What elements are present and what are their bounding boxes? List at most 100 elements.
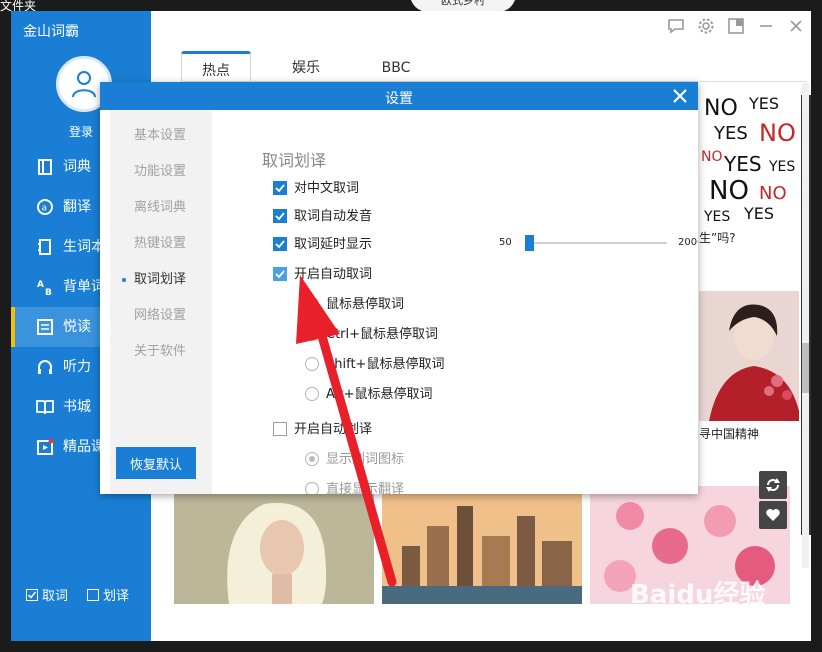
delay-slider-handle[interactable] [525, 235, 534, 251]
settings-nav-label: 网络设置 [134, 308, 187, 323]
settings-nav-features[interactable]: 功能设置 [110, 154, 212, 190]
settings-nav-hotkeys[interactable]: 热键设置 [110, 226, 212, 262]
svg-text:YES: YES [723, 152, 762, 176]
auto-sound-checkbox[interactable] [273, 209, 287, 223]
settings-nav-network[interactable]: 网络设置 [110, 298, 212, 334]
actress-photo [174, 486, 374, 604]
option-label: Ctrl+鼠标悬停取词 [326, 327, 439, 342]
headphones-icon [38, 360, 52, 374]
option-label: 对中文取词 [294, 181, 360, 196]
settings-nav-lookup-translate[interactable]: 取词划译 [110, 262, 212, 298]
option-label: 直接显示翻译 [326, 482, 405, 494]
svg-text:YES: YES [703, 209, 730, 225]
tab-entertainment[interactable]: 娱乐 [276, 51, 336, 79]
option-label: Shift+鼠标悬停取词 [326, 357, 445, 372]
option-label: 显示划词图标 [326, 452, 405, 467]
heart-icon [766, 509, 780, 521]
svg-text:NO: NO [759, 119, 796, 147]
alt-hover-lookup-radio[interactable] [305, 387, 319, 401]
dialog-close-icon[interactable] [670, 86, 690, 106]
settings-nav-offline-dict[interactable]: 离线词典 [110, 190, 212, 226]
memorize-icon: AB [37, 280, 52, 296]
svg-text:NO: NO [709, 176, 749, 206]
lookup-toggle[interactable]: 取词 [26, 585, 68, 604]
course-icon [37, 438, 54, 455]
sidebar-item-label: 悦读 [63, 319, 91, 335]
content-scrollbar[interactable] [802, 83, 809, 568]
ctrl-hover-lookup-radio[interactable] [305, 327, 319, 341]
check-icon [275, 240, 285, 249]
scrollbar-thumb[interactable] [802, 343, 809, 393]
svg-text:YES: YES [748, 94, 779, 113]
svg-text:NO: NO [701, 149, 723, 165]
svg-text:NO: NO [759, 183, 787, 204]
article-image-yes-no[interactable]: NO YES YES NO NO YES YES NO NO YES YES [699, 91, 799, 226]
settings-nav: 基本设置 功能设置 离线词典 热键设置 取词划译 网络设置 关于软件 恢复默认 [110, 110, 212, 494]
svg-text:a: a [42, 204, 48, 214]
translate-icon: a [37, 199, 53, 215]
direct-translate-radio[interactable] [305, 482, 319, 494]
mini-mode-icon[interactable] [727, 17, 745, 35]
article-image-actress[interactable] [174, 486, 374, 604]
sidebar-item-label: 背单词 [63, 279, 105, 295]
shift-hover-lookup-radio[interactable] [305, 357, 319, 371]
check-icon [275, 184, 285, 193]
article-title[interactable]: 生”吗? [699, 229, 736, 246]
translate-toggle[interactable]: 划译 [87, 585, 129, 604]
dictionary-icon [38, 159, 52, 175]
option-label: 开启自动划译 [294, 422, 373, 437]
delay-slider-min: 50 [499, 237, 512, 248]
svg-text:B: B [45, 288, 52, 296]
settings-nav-about[interactable]: 关于软件 [110, 334, 212, 370]
feedback-icon[interactable] [667, 17, 685, 35]
show-translate-icon-radio[interactable] [305, 452, 319, 466]
user-icon [72, 71, 96, 98]
article-image-portrait[interactable] [699, 291, 799, 421]
close-icon[interactable] [787, 17, 805, 35]
option-label: 取词延时显示 [294, 237, 373, 252]
auto-translate-checkbox[interactable] [273, 422, 287, 436]
tab-bbc[interactable]: BBC [366, 51, 426, 79]
dialog-title-bar: 设置 [100, 82, 698, 110]
sidebar-item-label: 听力 [63, 359, 91, 375]
tab-hot[interactable]: 热点 [181, 51, 251, 82]
translate-checkbox[interactable] [87, 589, 99, 601]
article-title[interactable]: 寻中国精神 [699, 425, 759, 442]
favorite-button[interactable] [759, 501, 787, 529]
svg-text:YES: YES [768, 159, 795, 175]
sidebar-item-label: 书城 [63, 399, 91, 415]
settings-dialog: 设置 基本设置 功能设置 离线词典 热键设置 取词划译 网络设置 关于软件 恢复… [100, 82, 698, 494]
delay-display-checkbox[interactable] [273, 237, 287, 251]
content-tabs: 热点 娱乐 BBC [181, 51, 801, 82]
delay-slider-track[interactable] [532, 242, 667, 244]
restore-defaults-button[interactable]: 恢复默认 [116, 447, 196, 479]
dialog-title: 设置 [385, 91, 413, 107]
app-title: 金山词霸 [23, 24, 79, 40]
settings-nav-label: 功能设置 [134, 164, 187, 179]
lookup-checkbox[interactable] [26, 589, 38, 601]
refresh-button[interactable] [759, 471, 787, 499]
auto-lookup-checkbox[interactable] [273, 267, 287, 281]
translate-toggle-label: 划译 [103, 589, 130, 604]
bookstore-icon [36, 400, 54, 415]
svg-text:YES: YES [713, 123, 748, 144]
reading-icon [37, 319, 53, 335]
delay-slider-max: 2000(ms) [678, 237, 698, 248]
watermark-logo: Baidu经验 [630, 580, 766, 610]
svg-text:A: A [37, 280, 44, 290]
minimize-icon[interactable] [757, 17, 775, 35]
article-image-city[interactable] [382, 486, 582, 604]
settings-nav-label: 关于软件 [134, 344, 187, 359]
refresh-icon [766, 478, 780, 492]
lookup-toggle-label: 取词 [42, 589, 69, 604]
gear-icon[interactable] [697, 17, 715, 35]
hover-lookup-radio[interactable] [305, 297, 319, 311]
check-icon [275, 270, 285, 279]
settings-nav-label: 取词划译 [134, 272, 187, 287]
chinese-lookup-checkbox[interactable] [273, 181, 287, 195]
option-label: Alt+鼠标悬停取词 [326, 387, 433, 402]
sidebar-item-label: 词典 [63, 159, 91, 175]
sidebar-item-label: 翻译 [63, 199, 91, 215]
settings-nav-basic[interactable]: 基本设置 [110, 118, 212, 154]
portrait-photo [699, 291, 799, 421]
